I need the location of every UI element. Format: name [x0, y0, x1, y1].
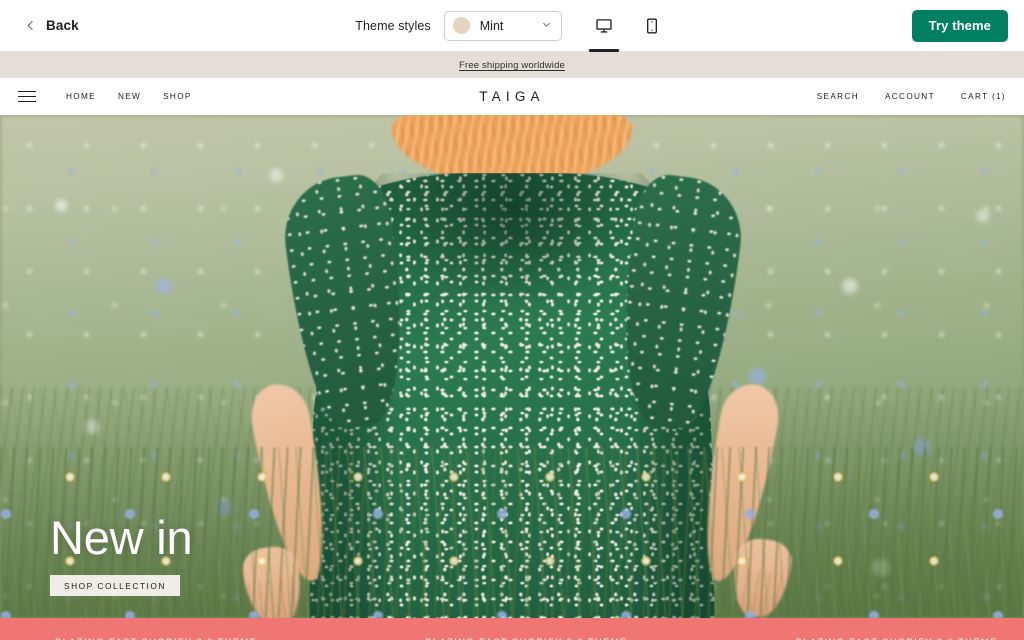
hamburger-menu-icon[interactable]	[18, 90, 36, 103]
chevron-left-icon	[24, 19, 37, 32]
hero-banner: New in Shop collection	[0, 115, 1024, 618]
announcement-bar: Free shipping worldwide	[0, 52, 1024, 78]
hero-title: New in	[50, 511, 193, 565]
nav-link-cart[interactable]: Cart (1)	[961, 92, 1006, 101]
shop-collection-button[interactable]: Shop collection	[50, 575, 180, 596]
mobile-phone-icon	[643, 17, 661, 35]
announcement-text[interactable]: Free shipping worldwide	[459, 60, 565, 71]
nav-link-home[interactable]: Home	[66, 92, 96, 101]
try-theme-label: Try theme	[928, 18, 991, 33]
nav-link-new[interactable]: New	[118, 92, 141, 101]
preview-viewport: Back Theme styles Mint Try theme Free sh…	[0, 0, 1024, 640]
desktop-view-tab[interactable]	[587, 0, 621, 52]
theme-style-swatch	[452, 17, 470, 34]
try-theme-button[interactable]: Try theme	[911, 9, 1008, 42]
nav-link-account[interactable]: Account	[885, 92, 935, 101]
theme-styles-label: Theme styles	[355, 18, 431, 33]
mobile-view-tab[interactable]	[635, 0, 669, 52]
theme-style-value: Mint	[479, 18, 504, 33]
back-button-label: Back	[46, 18, 79, 33]
theme-style-select[interactable]: Mint	[443, 10, 562, 41]
model-figure	[239, 115, 795, 618]
store-header: Home New Shop TAIGA Search Account Cart …	[0, 78, 1024, 115]
storefront-preview: Free shipping worldwide Home New Shop TA…	[0, 52, 1024, 640]
desktop-monitor-icon	[595, 17, 613, 35]
chevron-down-icon	[541, 17, 552, 35]
primary-nav-right: Search Account Cart (1)	[817, 92, 1006, 101]
back-button[interactable]: Back	[16, 12, 87, 39]
theme-preview-toolbar: Back Theme styles Mint Try theme	[0, 0, 1024, 52]
device-preview-tabs	[587, 0, 669, 52]
hero-content: New in Shop collection	[50, 511, 193, 596]
nav-link-search[interactable]: Search	[817, 92, 859, 101]
primary-nav-left: Home New Shop	[18, 90, 192, 103]
toolbar-center-group: Theme styles Mint	[0, 0, 1024, 52]
nav-link-shop[interactable]: Shop	[163, 92, 192, 101]
marquee-bar: Blazing fast Shopify 2.0 theme Blazing f…	[0, 618, 1024, 640]
